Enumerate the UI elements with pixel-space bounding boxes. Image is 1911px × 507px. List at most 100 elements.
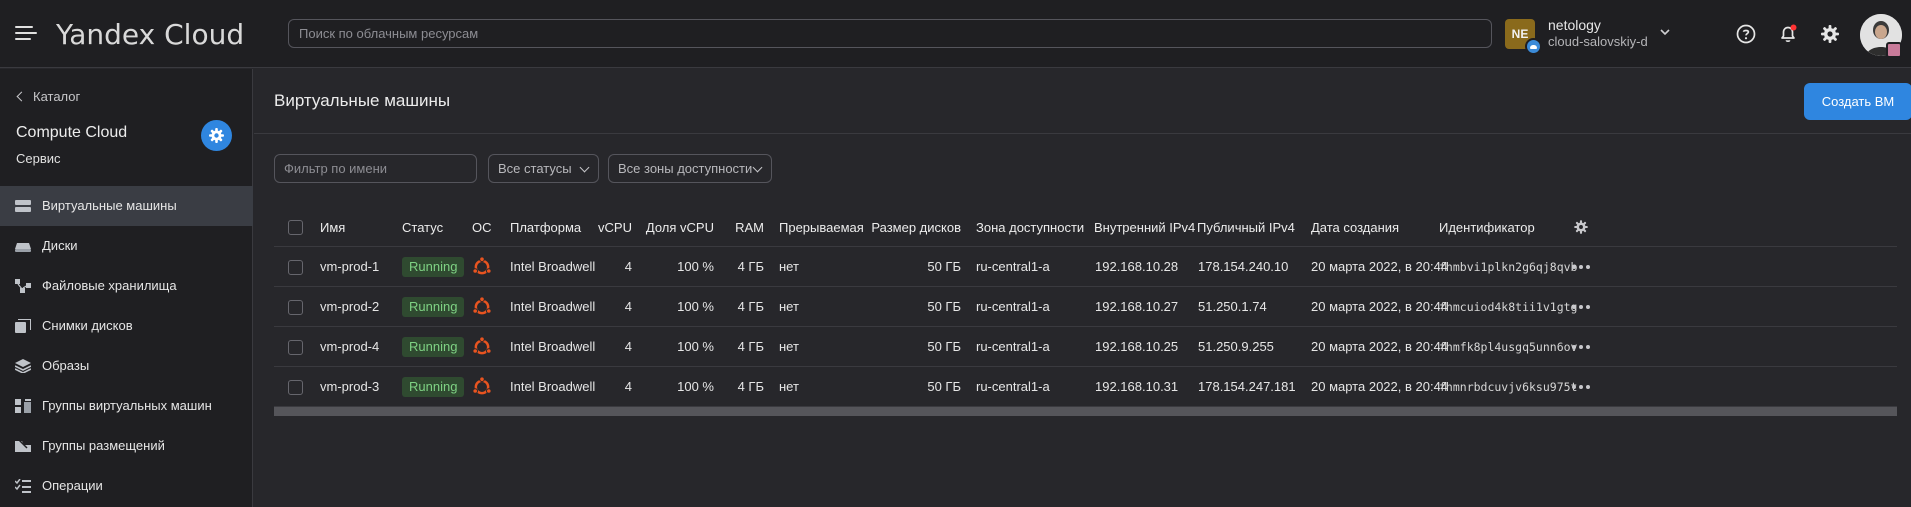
id-cell[interactable]: fhmnrbdcuvjv6ksu975t <box>1439 367 1577 407</box>
table-row[interactable]: vm-prod-4 Running Intel Broadwell 4 100 … <box>274 327 1897 367</box>
service-subtitle: Сервис <box>16 151 61 166</box>
vm-name-link[interactable]: vm-prod-1 <box>320 247 379 287</box>
service-title: Compute Cloud <box>16 124 128 141</box>
sidebar-item-label: Группы размещений <box>42 438 165 453</box>
horizontal-scrollbar[interactable] <box>274 407 1897 416</box>
disk-size-cell: 50 ГБ <box>927 259 961 274</box>
select-all-checkbox[interactable] <box>288 220 303 235</box>
row-checkbox[interactable] <box>288 300 303 315</box>
table-row[interactable]: vm-prod-3 Running Intel Broadwell 4 100 … <box>274 367 1897 407</box>
created-cell: 20 марта 2022, в 20:44 <box>1311 379 1449 394</box>
sidebar-item-images[interactable]: Образы <box>0 346 253 386</box>
bell-icon[interactable] <box>1776 22 1800 46</box>
vm-name-link[interactable]: vm-prod-2 <box>320 287 379 327</box>
created-cell: 20 марта 2022, в 20:44 <box>1311 259 1449 274</box>
back-to-catalog-link[interactable]: Каталог <box>16 89 81 104</box>
column-header-public-ip[interactable]: Публичный IPv4 <box>1197 206 1295 246</box>
table-settings-icon[interactable] <box>1572 218 1590 236</box>
vcpu-share-cell: 100 % <box>677 259 714 274</box>
column-header-vcpu[interactable]: vCPU <box>592 206 632 246</box>
logo[interactable]: Yandex Cloud <box>56 18 244 51</box>
snapshot-icon <box>15 319 31 333</box>
create-vm-button[interactable]: Создать ВМ <box>1804 83 1911 120</box>
more-icon[interactable] <box>1572 265 1590 269</box>
chevron-down-icon <box>752 162 763 173</box>
sidebar-item-virtual-machines[interactable]: Виртуальные машины <box>0 186 253 226</box>
id-cell[interactable]: fhmbvi1plkn2g6qj8qvb <box>1439 247 1577 287</box>
column-header-name[interactable]: Имя <box>320 206 345 246</box>
column-header-internal-ip[interactable]: Внутренний IPv4 <box>1094 206 1195 246</box>
created-cell: 20 марта 2022, в 20:44 <box>1311 339 1449 354</box>
id-cell[interactable]: fhmfk8pl4usgq5unn6ov <box>1439 327 1577 367</box>
status-cell: Running <box>402 247 465 287</box>
vcpu-share-cell: 100 % <box>677 339 714 354</box>
table-row[interactable]: vm-prod-2 Running Intel Broadwell 4 100 … <box>274 287 1897 327</box>
back-label: Каталог <box>33 89 81 104</box>
menu-icon[interactable] <box>15 26 37 42</box>
column-header-preemptible[interactable]: Прерываемая <box>779 206 864 246</box>
gear-icon[interactable] <box>1818 22 1842 46</box>
help-icon[interactable] <box>1734 22 1758 46</box>
column-header-zone[interactable]: Зона доступности <box>976 206 1084 246</box>
status-cell: Running <box>402 327 465 367</box>
status-filter-select[interactable]: Все статусы <box>488 154 599 183</box>
account-name[interactable]: netology <box>1548 17 1601 33</box>
sidebar-item-instance-groups[interactable]: Группы виртуальных машин <box>0 386 253 426</box>
sidebar-item-file-storages[interactable]: Файловые хранилища <box>0 266 253 306</box>
page-title: Виртуальные машины <box>274 91 451 110</box>
search-input[interactable] <box>288 19 1492 48</box>
vcpu-share-cell: 100 % <box>677 379 714 394</box>
zone-cell: ru-central1-a <box>976 339 1050 354</box>
column-header-disk-size[interactable]: Размер дисков <box>864 206 961 246</box>
zone-filter-select[interactable]: Все зоны доступности <box>608 154 772 183</box>
row-checkbox[interactable] <box>288 260 303 275</box>
column-header-status[interactable]: Статус <box>402 206 443 246</box>
name-filter-input[interactable] <box>274 154 477 183</box>
ubuntu-icon <box>472 377 492 395</box>
zone-filter-value: Все зоны доступности <box>618 161 753 176</box>
platform-cell: Intel Broadwell <box>510 379 596 394</box>
vm-name-link[interactable]: vm-prod-4 <box>320 327 379 367</box>
ram-cell: 4 ГБ <box>737 339 764 354</box>
sidebar-item-label: Образы <box>42 358 90 373</box>
sidebar-item-placement-groups[interactable]: Группы размещений <box>0 426 253 466</box>
column-header-ram[interactable]: RAM <box>724 206 764 246</box>
column-header-os[interactable]: ОС <box>472 206 492 246</box>
column-header-id[interactable]: Идентификатор <box>1439 206 1535 246</box>
disk-size-cell: 50 ГБ <box>927 299 961 314</box>
column-header-created[interactable]: Дата создания <box>1311 206 1399 246</box>
id-cell[interactable]: fhmcuiod4k8tii1v1gtg <box>1439 287 1577 327</box>
vcpu-cell: 4 <box>624 379 632 394</box>
sidebar-item-disk-snapshots[interactable]: Снимки дисков <box>0 306 253 346</box>
platform-cell: Intel Broadwell <box>510 339 596 354</box>
main-content: Виртуальные машины Создать ВМ Все статус… <box>254 69 1911 507</box>
account-cloud[interactable]: cloud-salovskiy-d <box>1548 34 1648 49</box>
cloud-badge-icon <box>1525 38 1542 55</box>
internal-ip-cell: 192.168.10.31 <box>1095 379 1179 394</box>
more-icon[interactable] <box>1572 305 1590 309</box>
chevron-down-icon[interactable] <box>1660 27 1670 37</box>
internal-ip-cell: 192.168.10.28 <box>1095 259 1179 274</box>
instance-group-icon <box>15 399 31 413</box>
ubuntu-icon <box>472 297 492 315</box>
chevron-down-icon <box>579 162 590 173</box>
more-icon[interactable] <box>1572 385 1590 389</box>
zone-cell: ru-central1-a <box>976 379 1050 394</box>
server-icon <box>15 200 31 212</box>
disk-size-cell: 50 ГБ <box>927 339 961 354</box>
sidebar-item-label: Снимки дисков <box>42 318 133 333</box>
sidebar-item-operations[interactable]: Операции <box>0 466 253 506</box>
more-icon[interactable] <box>1572 345 1590 349</box>
sidebar-item-disks[interactable]: Диски <box>0 226 253 266</box>
service-settings-icon[interactable] <box>201 120 232 151</box>
status-badge: Running <box>402 257 465 277</box>
table-row[interactable]: vm-prod-1 Running Intel Broadwell 4 100 … <box>274 247 1897 287</box>
row-checkbox[interactable] <box>288 340 303 355</box>
status-filter-value: Все статусы <box>498 161 572 176</box>
vm-name-link[interactable]: vm-prod-3 <box>320 367 379 407</box>
table-scroll-area <box>274 407 1897 416</box>
row-checkbox[interactable] <box>288 380 303 395</box>
column-header-vcpu-share[interactable]: Доля vCPU <box>644 206 714 246</box>
platform-cell: Intel Broadwell <box>510 299 596 314</box>
column-header-platform[interactable]: Платформа <box>510 206 581 246</box>
